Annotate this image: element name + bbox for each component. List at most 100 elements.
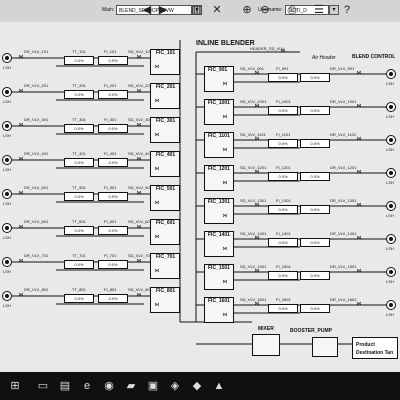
motor-icon[interactable] (386, 234, 396, 244)
help-icon[interactable]: ? (340, 3, 354, 18)
shutdown-valve-icon[interactable]: ⋈ (254, 302, 260, 307)
motor-label: LSH (3, 99, 11, 104)
drain-valve-icon[interactable]: ⋈ (356, 170, 362, 175)
drain-valve-icon[interactable]: ⋈ (356, 236, 362, 241)
edge-icon[interactable]: e (80, 379, 94, 393)
app4-icon[interactable]: ▲ (212, 379, 226, 393)
control-valve-icon[interactable]: ⋈ (154, 235, 160, 240)
motor-icon[interactable] (2, 257, 12, 267)
header-valve-icon[interactable]: ⋈ (280, 49, 286, 54)
shutdown-valve-icon[interactable]: ⋈ (136, 191, 142, 196)
back-icon[interactable]: ◀ (140, 3, 154, 18)
motor-label: LSH (386, 180, 394, 185)
drain-valve-icon[interactable]: ⋈ (18, 259, 24, 264)
drain-valve-icon[interactable]: ⋈ (18, 55, 24, 60)
drain-valve-icon[interactable]: ⋈ (18, 191, 24, 196)
control-valve-icon[interactable]: ⋈ (222, 115, 228, 120)
drain-valve-icon[interactable]: ⋈ (18, 225, 24, 230)
zoom-in-icon[interactable]: ⊕ (240, 3, 254, 18)
motor-label: LSH (3, 133, 11, 138)
task-view-icon[interactable]: ▭ (36, 379, 50, 393)
drain-valve-icon[interactable]: ⋈ (18, 293, 24, 298)
drain-valve-icon[interactable]: ⋈ (356, 203, 362, 208)
shutdown-valve-icon[interactable]: ⋈ (136, 123, 142, 128)
chart-icon[interactable]: ▥ (190, 3, 204, 18)
control-valve-icon[interactable]: ⋈ (154, 65, 160, 70)
blend-control-label: BLEND CONTROL (352, 54, 396, 60)
shutdown-valve-icon[interactable]: ⋈ (136, 225, 142, 230)
motor-icon[interactable] (2, 189, 12, 199)
control-valve-icon[interactable]: ⋈ (222, 214, 228, 219)
shutdown-valve-icon[interactable]: ⋈ (136, 157, 142, 162)
username-dropdown-button[interactable]: ▾ (329, 5, 339, 15)
motor-icon[interactable] (386, 300, 396, 310)
shutdown-valve-icon[interactable]: ⋈ (254, 71, 260, 76)
motor-icon[interactable] (2, 53, 12, 63)
control-valve-icon[interactable]: ⋈ (154, 201, 160, 206)
motor-icon[interactable] (386, 135, 396, 145)
file-explorer-icon[interactable]: ▤ (58, 379, 72, 393)
drain-valve-icon[interactable]: ⋈ (356, 302, 362, 307)
app-icon[interactable]: ▣ (146, 379, 160, 393)
mixer-block[interactable] (252, 334, 280, 356)
drain-valve-icon[interactable]: ⋈ (356, 137, 362, 142)
shutdown-valve-icon[interactable]: ⋈ (254, 269, 260, 274)
main-display-field[interactable]: BLEND_SELOOP_OVW (116, 5, 192, 15)
shutdown-valve-icon[interactable]: ⋈ (254, 236, 260, 241)
control-valve-icon[interactable]: ⋈ (222, 181, 228, 186)
control-valve-icon[interactable]: ⋈ (154, 269, 160, 274)
chrome-icon[interactable]: ◉ (102, 379, 116, 393)
flow-value: 0.0% (268, 139, 298, 148)
flow-controller-tag: FIC_1101 (208, 133, 230, 139)
control-valve-icon[interactable]: ⋈ (154, 303, 160, 308)
flow-value: 0.0% (268, 238, 298, 247)
motor-icon[interactable] (386, 69, 396, 79)
process-diagram: INLINE BLENDER HEADER_SD_VLV ⋈ Air Heade… (0, 22, 400, 372)
motor-icon[interactable] (2, 155, 12, 165)
control-valve-icon[interactable]: ⋈ (222, 313, 228, 318)
control-valve-icon[interactable]: ⋈ (154, 133, 160, 138)
shutdown-valve-icon[interactable]: ⋈ (136, 55, 142, 60)
windows-start-icon[interactable]: ⊞ (8, 379, 22, 393)
shutdown-valve-icon[interactable]: ⋈ (136, 293, 142, 298)
booster-pump-block[interactable] (312, 337, 338, 357)
motor-icon[interactable] (386, 168, 396, 178)
drain-valve-icon[interactable]: ⋈ (18, 89, 24, 94)
shutdown-valve-icon[interactable]: ⋈ (254, 137, 260, 142)
drain-valve-icon[interactable]: ⋈ (18, 123, 24, 128)
motor-label: LSH (3, 201, 11, 206)
forward-icon[interactable]: ▶ (156, 3, 170, 18)
motor-icon[interactable] (2, 121, 12, 131)
motor-icon[interactable] (386, 102, 396, 112)
zoom-out-icon[interactable]: ⊖ (258, 3, 272, 18)
motor-icon[interactable] (386, 267, 396, 277)
shutdown-valve-icon[interactable]: ⋈ (254, 170, 260, 175)
flow-indicator-label: FI_1301 (276, 198, 291, 203)
list-icon[interactable]: ☰ (312, 3, 326, 18)
control-valve-icon[interactable]: ⋈ (222, 247, 228, 252)
motor-icon[interactable] (2, 223, 12, 233)
tools-icon[interactable]: ✕ (210, 3, 224, 18)
control-valve-icon[interactable]: ⋈ (154, 167, 160, 172)
drain-valve-icon[interactable]: ⋈ (356, 71, 362, 76)
control-valve-icon[interactable]: ⋈ (154, 99, 160, 104)
folder-icon[interactable]: ▰ (124, 379, 138, 393)
drain-valve-icon[interactable]: ⋈ (356, 269, 362, 274)
app3-icon[interactable]: ◆ (190, 379, 204, 393)
control-valve-icon[interactable]: ⋈ (222, 280, 228, 285)
motor-icon[interactable] (386, 201, 396, 211)
app2-icon[interactable]: ◈ (168, 379, 182, 393)
shutdown-valve-icon[interactable]: ⋈ (254, 203, 260, 208)
printer-icon[interactable]: ⎙ (285, 3, 299, 18)
shutdown-valve-icon[interactable]: ⋈ (254, 104, 260, 109)
control-valve-icon[interactable]: ⋈ (222, 148, 228, 153)
shutdown-valve-icon[interactable]: ⋈ (136, 259, 142, 264)
flow-controller-tag: FIC_901 (208, 67, 228, 73)
shutdown-valve-icon[interactable]: ⋈ (136, 89, 142, 94)
drain-valve-label: DR_VLV_501 (24, 185, 49, 190)
control-valve-icon[interactable]: ⋈ (222, 82, 228, 87)
motor-icon[interactable] (2, 291, 12, 301)
motor-icon[interactable] (2, 87, 12, 97)
drain-valve-icon[interactable]: ⋈ (356, 104, 362, 109)
drain-valve-icon[interactable]: ⋈ (18, 157, 24, 162)
